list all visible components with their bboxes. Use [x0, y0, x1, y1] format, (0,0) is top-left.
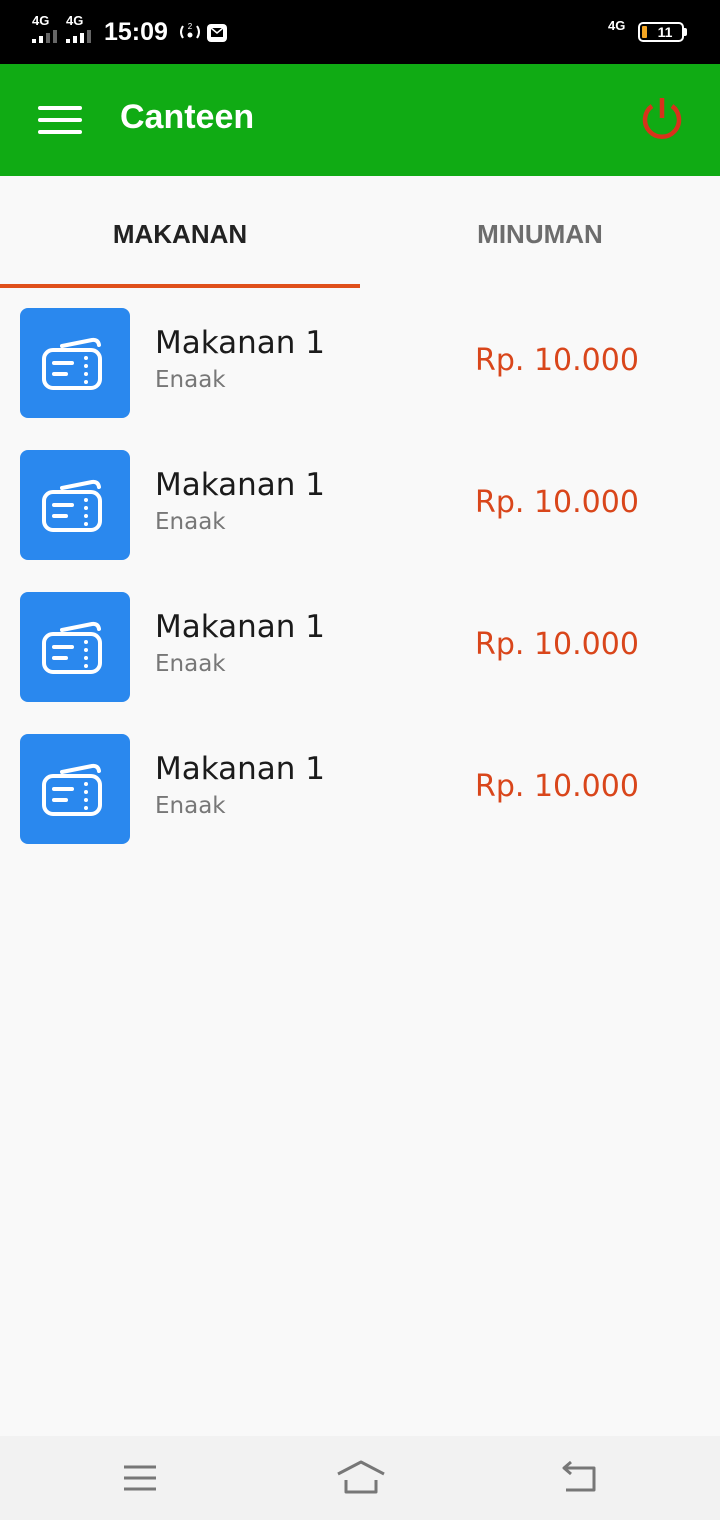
power-icon[interactable] [638, 94, 686, 142]
item-name: Makanan 1 [155, 751, 326, 787]
item-description: Enaak [155, 367, 226, 393]
back-icon[interactable] [558, 1460, 602, 1496]
status-bar: 4G 4G 15:09 2 4G 11 [0, 0, 720, 64]
menu-icon[interactable] [118, 1460, 162, 1496]
item-thumbnail [20, 592, 130, 702]
home-icon[interactable] [336, 1460, 386, 1496]
item-description: Enaak [155, 651, 226, 677]
clock: 15:09 [104, 18, 168, 46]
app-bar: Canteen [0, 64, 720, 176]
item-price: Rp. 10.000 [475, 769, 639, 804]
network-type-label: 4G [608, 18, 626, 33]
item-name: Makanan 1 [155, 609, 326, 645]
item-thumbnail [20, 308, 130, 418]
item-price: Rp. 10.000 [475, 485, 639, 520]
network-type-label: 4G [32, 13, 50, 28]
item-thumbnail [20, 734, 130, 844]
signal-icon: 4G [66, 14, 98, 44]
item-name: Makanan 1 [155, 467, 326, 503]
message-icon [207, 24, 227, 42]
item-price: Rp. 10.000 [475, 343, 639, 378]
page-title: Canteen [120, 98, 255, 136]
ticket-icon [42, 763, 102, 816]
battery-level: 11 [657, 24, 673, 40]
ticket-icon [42, 337, 102, 390]
list-item[interactable]: Makanan 1 Enaak Rp. 10.000 [0, 714, 720, 856]
item-description: Enaak [155, 793, 226, 819]
network-type-label: 4G [66, 13, 84, 28]
ticket-icon [42, 479, 102, 532]
tab-bar: MAKANAN MINUMAN [0, 176, 720, 288]
network-icon: 4G [608, 18, 632, 44]
battery-icon: 11 [638, 22, 684, 42]
food-list: Makanan 1 Enaak Rp. 10.000 Makanan 1 Ena… [0, 288, 720, 856]
signal-icon: 4G [32, 14, 64, 44]
list-item[interactable]: Makanan 1 Enaak Rp. 10.000 [0, 572, 720, 714]
hamburger-menu-icon[interactable] [36, 102, 84, 138]
item-description: Enaak [155, 509, 226, 535]
item-thumbnail [20, 450, 130, 560]
item-price: Rp. 10.000 [475, 627, 639, 662]
hotspot-icon: 2 [180, 22, 200, 39]
list-item[interactable]: Makanan 1 Enaak Rp. 10.000 [0, 430, 720, 572]
tab-minuman[interactable]: MINUMAN [360, 176, 720, 288]
list-item[interactable]: Makanan 1 Enaak Rp. 10.000 [0, 288, 720, 430]
system-nav-bar [0, 1436, 720, 1520]
ticket-icon [42, 621, 102, 674]
item-name: Makanan 1 [155, 325, 326, 361]
svg-text:2: 2 [188, 22, 193, 31]
battery-tip [684, 28, 687, 36]
tab-makanan[interactable]: MAKANAN [0, 176, 360, 288]
